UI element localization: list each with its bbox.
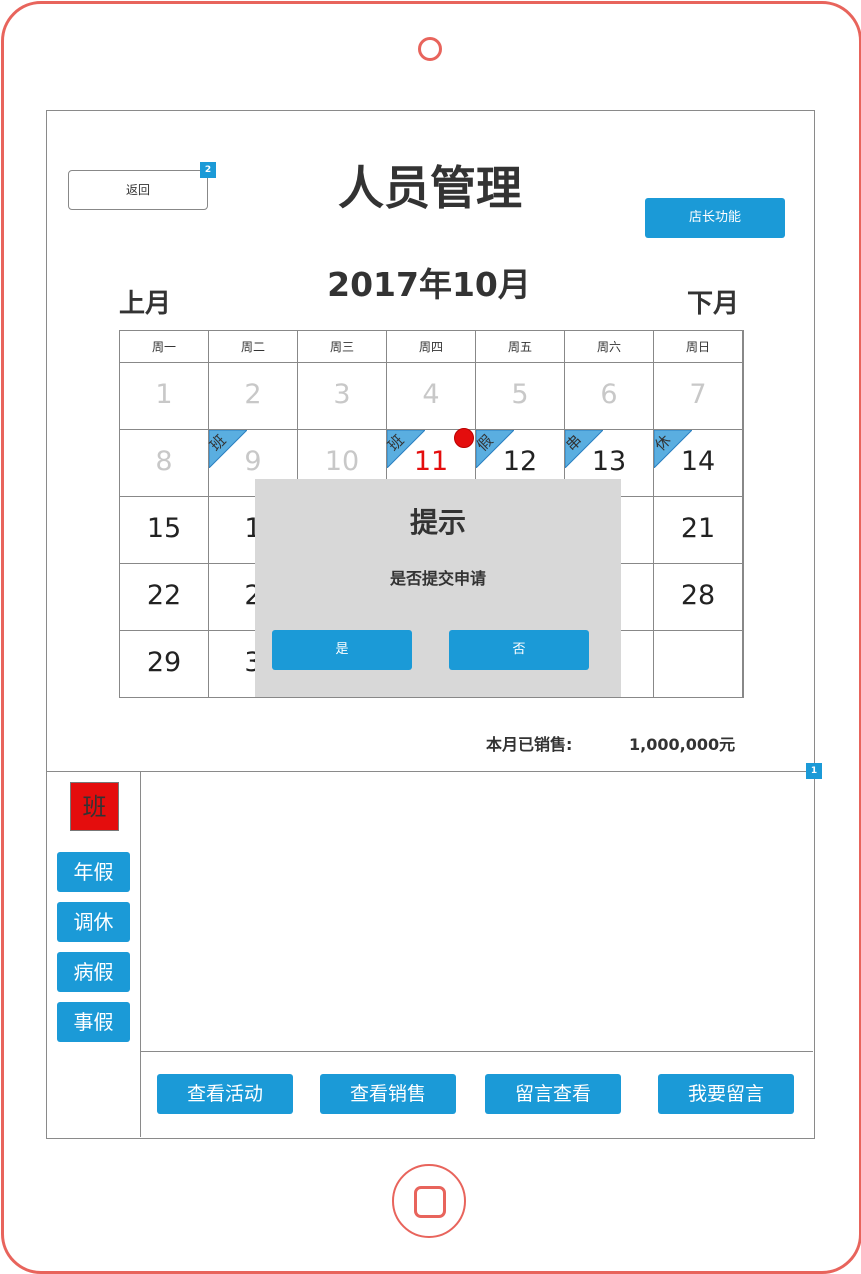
view-messages-button[interactable]: 留言查看 xyxy=(485,1074,621,1114)
day-status-flag: 班 xyxy=(206,430,247,468)
page-title: 人员管理 xyxy=(338,161,522,215)
day-cell[interactable]: 7 xyxy=(654,363,743,430)
day-number: 15 xyxy=(146,513,182,544)
prev-month-button[interactable]: 上月 xyxy=(119,283,171,320)
day-number: 2 xyxy=(244,379,262,410)
day-number: 1 xyxy=(155,379,173,410)
weekday-header: 周三 xyxy=(298,331,387,363)
day-status-flag: 休 xyxy=(651,430,692,468)
weekday-header: 周五 xyxy=(476,331,565,363)
sales-label: 本月已销售: xyxy=(486,735,573,754)
view-activities-button[interactable]: 查看活动 xyxy=(157,1074,293,1114)
next-month-button[interactable]: 下月 xyxy=(687,283,739,320)
day-cell[interactable]: 6 xyxy=(565,363,654,430)
day-number: 29 xyxy=(146,647,182,678)
sick-leave-button[interactable]: 病假 xyxy=(57,952,130,992)
annual-leave-button[interactable]: 年假 xyxy=(57,852,130,892)
day-number: 10 xyxy=(324,446,360,477)
day-number: 8 xyxy=(155,446,173,477)
day-cell[interactable]: 28 xyxy=(654,564,743,631)
day-cell[interactable]: 29 xyxy=(120,631,209,698)
day-number: 22 xyxy=(146,580,182,611)
day-cell[interactable]: 15 xyxy=(120,497,209,564)
day-status-flag: 串 xyxy=(562,430,603,468)
day-status-flag: 班 xyxy=(384,430,425,468)
weekday-header: 周日 xyxy=(654,331,743,363)
day-number: 21 xyxy=(680,513,716,544)
home-button[interactable] xyxy=(392,1164,466,1238)
day-cell[interactable]: 3 xyxy=(298,363,387,430)
confirm-dialog: 提示 是否提交申请 是 否 xyxy=(255,479,621,697)
annotation-badge: 2 xyxy=(200,162,216,178)
divider xyxy=(140,771,141,1137)
camera-icon xyxy=(418,37,442,61)
dialog-title: 提示 xyxy=(409,506,466,539)
sales-value: 1,000,000元 xyxy=(629,735,736,754)
day-number: 3 xyxy=(333,379,351,410)
weekday-header: 周四 xyxy=(387,331,476,363)
annotation-badge: 1 xyxy=(806,763,822,779)
leave-message-button[interactable]: 我要留言 xyxy=(658,1074,794,1114)
no-button[interactable]: 否 xyxy=(449,630,589,670)
day-number: 6 xyxy=(600,379,618,410)
home-icon xyxy=(414,1186,446,1218)
yes-button[interactable]: 是 xyxy=(272,630,412,670)
day-cell[interactable]: 4 xyxy=(387,363,476,430)
shift-legend: 班 xyxy=(70,782,119,831)
day-number: 4 xyxy=(422,379,440,410)
notification-dot xyxy=(454,428,474,448)
day-number: 7 xyxy=(689,379,707,410)
day-cell[interactable]: 14 休 xyxy=(651,430,743,497)
day-cell[interactable]: 1 xyxy=(120,363,209,430)
manager-functions-button[interactable]: 店长功能 xyxy=(645,198,785,238)
dialog-message: 是否提交申请 xyxy=(389,569,486,588)
view-sales-button[interactable]: 查看销售 xyxy=(320,1074,456,1114)
divider xyxy=(141,1051,813,1052)
day-cell[interactable]: 2 xyxy=(209,363,298,430)
day-cell[interactable] xyxy=(654,631,743,698)
day-cell[interactable]: 21 xyxy=(654,497,743,564)
day-status-flag: 假 xyxy=(473,430,514,468)
day-cell[interactable]: 5 xyxy=(476,363,565,430)
personal-leave-button[interactable]: 事假 xyxy=(57,1002,130,1042)
weekday-header: 周二 xyxy=(209,331,298,363)
compensatory-leave-button[interactable]: 调休 xyxy=(57,902,130,942)
weekday-header: 周一 xyxy=(120,331,209,363)
back-button[interactable]: 返回 xyxy=(68,170,208,210)
month-title: 2017年10月 xyxy=(327,265,531,304)
weekday-header: 周六 xyxy=(565,331,654,363)
day-cell[interactable]: 8 xyxy=(120,430,209,497)
day-number: 28 xyxy=(680,580,716,611)
day-number: 5 xyxy=(511,379,529,410)
day-cell[interactable]: 22 xyxy=(120,564,209,631)
